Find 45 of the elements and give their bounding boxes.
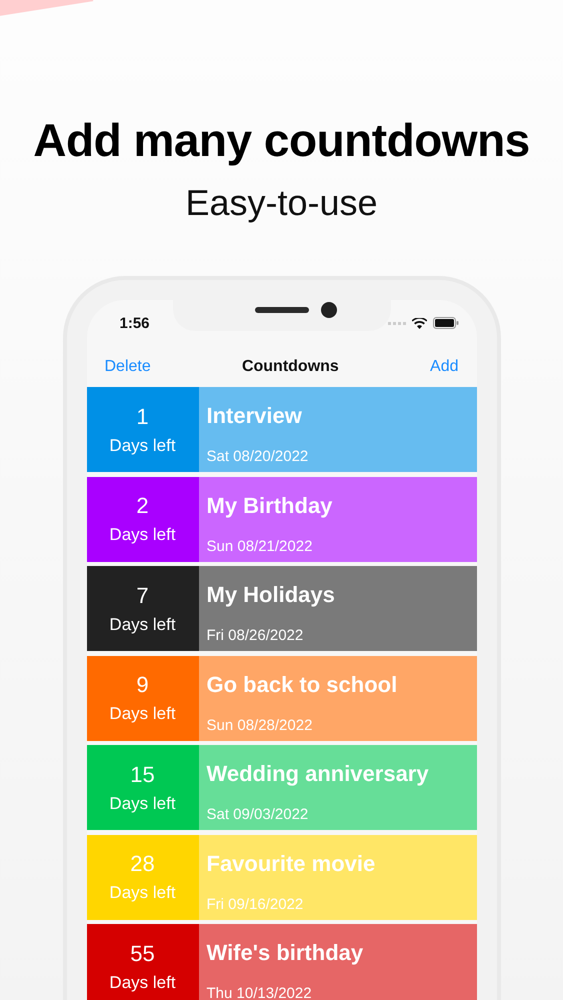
event-title: Interview <box>206 403 303 429</box>
event-panel[interactable]: My Birthday Sun 08/21/2022 <box>198 476 476 562</box>
days-label: Days left <box>109 525 176 545</box>
days-count: 9 <box>136 672 149 698</box>
days-label: Days left <box>109 794 176 814</box>
event-date: Sat 09/03/2022 <box>206 806 310 824</box>
days-label: Days left <box>109 972 176 992</box>
add-button[interactable]: Add <box>430 358 458 376</box>
days-label: Days left <box>109 436 176 456</box>
days-count: 1 <box>136 404 149 430</box>
event-date: Sat 08/20/2022 <box>206 448 310 466</box>
event-date: Sun 08/28/2022 <box>206 716 314 734</box>
status-time: 1:56 <box>120 314 151 332</box>
wifi-icon <box>412 318 426 328</box>
speaker-icon <box>254 307 308 313</box>
event-title: Wife's birthday <box>206 940 364 966</box>
event-date: Thu 10/13/2022 <box>206 985 313 1000</box>
battery-icon <box>432 317 458 329</box>
days-count: 15 <box>130 762 155 788</box>
camera-icon <box>320 302 336 318</box>
event-date: Sun 08/21/2022 <box>206 538 314 556</box>
headline: Add many countdowns <box>33 113 530 168</box>
event-title: My Holidays <box>206 582 336 608</box>
event-panel[interactable]: Go back to school Sun 08/28/2022 <box>198 656 476 740</box>
subtitle: Easy-to-use <box>185 181 378 225</box>
days-label: Days left <box>109 883 176 903</box>
event-title: Wedding anniversary <box>206 761 430 787</box>
signal-icon <box>388 322 406 324</box>
event-panel[interactable]: Wedding anniversary Sat 09/03/2022 <box>198 745 476 830</box>
event-title: My Birthday <box>206 492 334 518</box>
event-title: Favourite movie <box>206 850 376 876</box>
days-label: Days left <box>109 614 176 634</box>
nav-title: Countdowns <box>242 358 339 376</box>
days-label: Days left <box>109 704 176 724</box>
event-panel[interactable]: My Holidays Fri 08/26/2022 <box>198 566 476 651</box>
days-count: 28 <box>130 851 155 877</box>
event-title: Go back to school <box>206 672 398 698</box>
event-date: Fri 08/26/2022 <box>206 627 304 645</box>
event-date: Fri 09/16/2022 <box>206 896 304 914</box>
event-panel[interactable]: Wife's birthday Thu 10/13/2022 <box>198 924 476 1000</box>
days-count: 7 <box>136 582 149 608</box>
delete-button[interactable]: Delete <box>104 358 151 376</box>
days-count: 2 <box>136 493 149 519</box>
event-panel[interactable]: Interview Sat 08/20/2022 <box>198 387 476 472</box>
days-count: 55 <box>130 940 155 966</box>
